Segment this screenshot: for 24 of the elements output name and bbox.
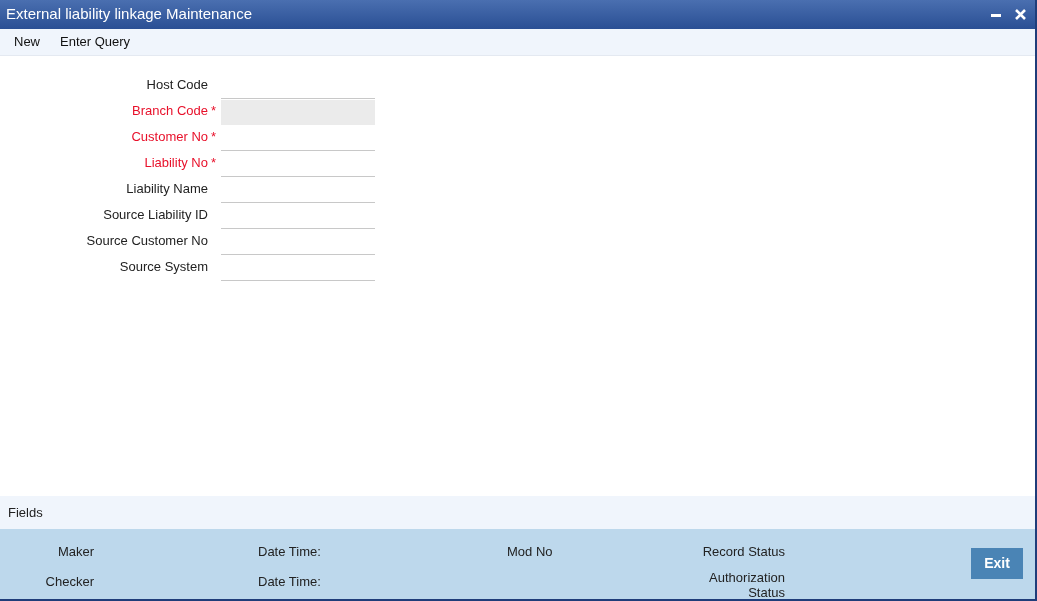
date-time-label: Date Time: [258,543,322,561]
field-label: Source Customer No [85,232,208,251]
fields-label[interactable]: Fields [8,502,43,523]
field-label: Liability No [143,154,208,173]
toolbar-button[interactable]: Enter Query [60,32,131,52]
maker-label: Maker [57,543,94,561]
mod-no-label: Mod No [507,544,553,559]
field-label: Source Liability ID [102,206,208,225]
close-icon[interactable] [1014,8,1027,21]
field-label: Liability Name [125,180,208,199]
required-mark: * [210,128,218,147]
field-label: Host Code [145,76,208,95]
exit-button[interactable]: Exit [971,548,1023,579]
field-label: Customer No [130,128,208,147]
field-label: Source System [118,258,208,277]
required-mark: * [210,102,218,121]
required-mark: * [210,154,218,173]
authorization-status-label: Authorization Status [708,569,785,600]
record-status-label: Record Status [702,543,785,561]
checker-label: Checker [45,572,94,591]
date-time-label: Date Time: [258,572,322,591]
field-label: Branch Code [131,102,208,121]
window-title: External liability linkage Maintenance [6,4,252,25]
toolbar-button[interactable]: New [14,32,40,52]
